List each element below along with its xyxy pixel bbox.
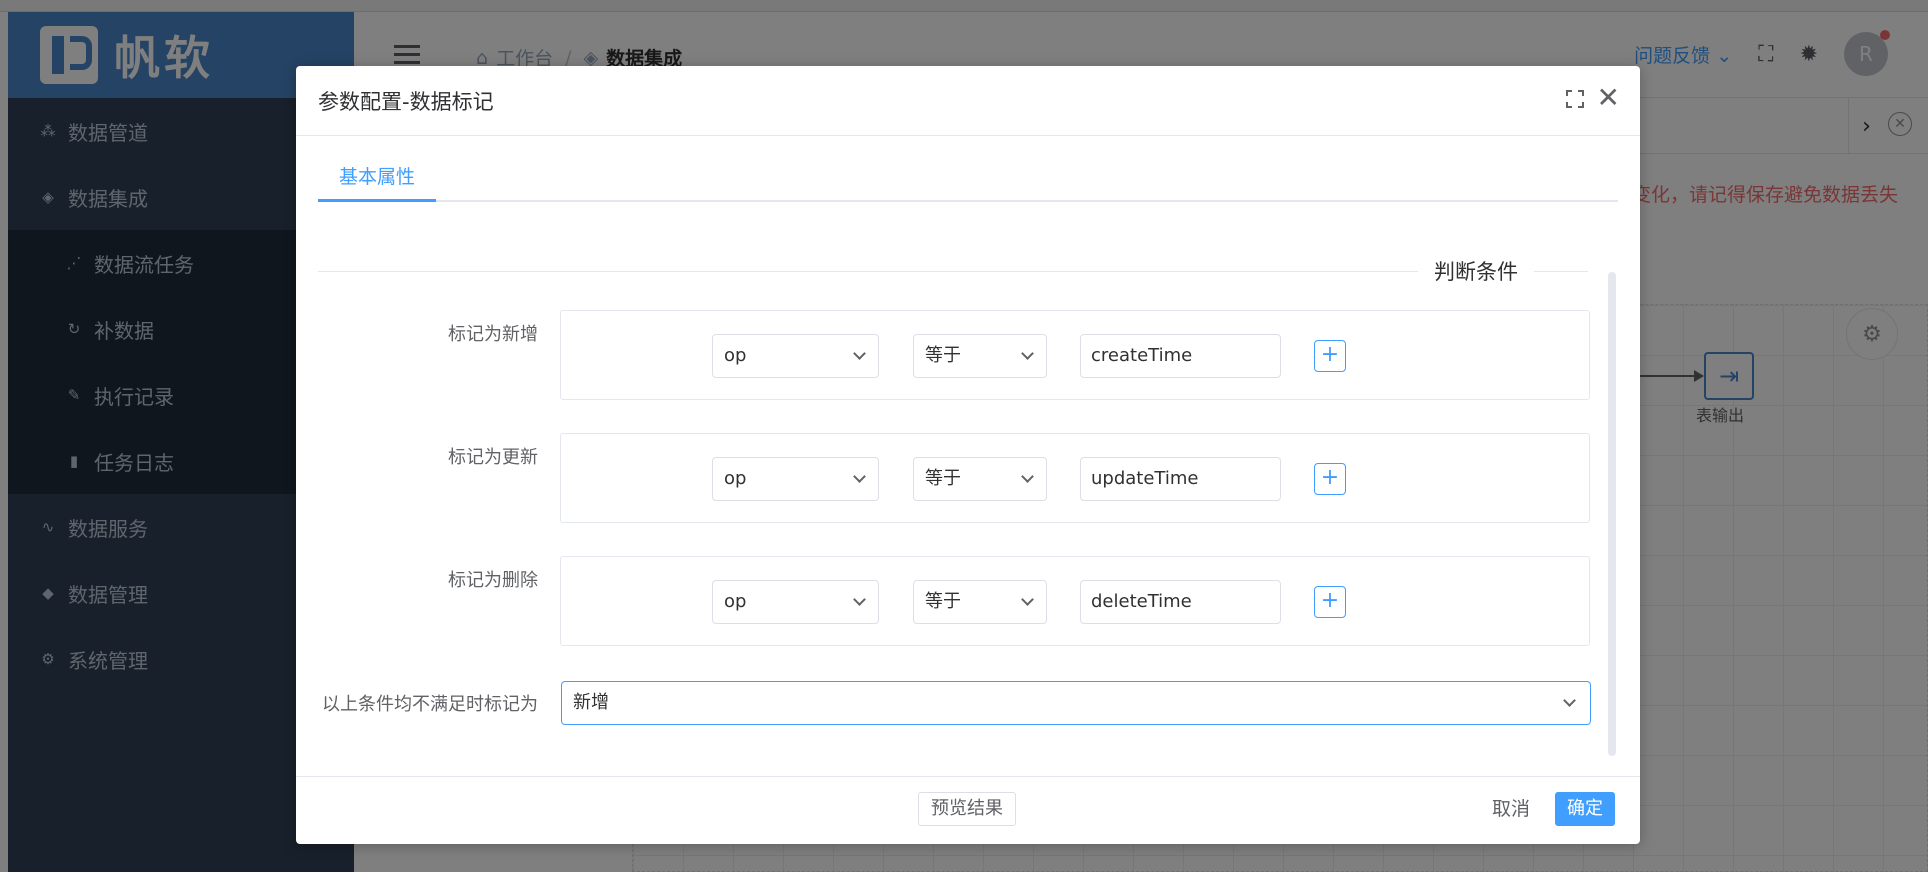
ok-button[interactable]: 确定 bbox=[1555, 792, 1615, 826]
fallback-label: 以上条件均不满足时标记为 bbox=[322, 694, 538, 715]
field-select-value: op bbox=[724, 345, 747, 366]
section-title: 判断条件 bbox=[1418, 256, 1534, 286]
value-input[interactable]: createTime bbox=[1080, 334, 1281, 378]
operator-select-value: 等于 bbox=[925, 468, 961, 489]
operator-select[interactable]: 等于 bbox=[913, 457, 1047, 501]
operator-select[interactable]: 等于 bbox=[913, 334, 1047, 378]
tab-basic-properties[interactable]: 基本属性 bbox=[318, 156, 436, 202]
chevron-down-icon bbox=[1563, 694, 1576, 707]
chevron-down-icon bbox=[853, 347, 866, 360]
dialog-header: 参数配置-数据标记 ✕ bbox=[296, 66, 1640, 136]
add-condition-button[interactable]: + bbox=[1314, 463, 1346, 495]
condition-label-update: 标记为更新 bbox=[448, 447, 538, 468]
section-divider bbox=[318, 271, 1588, 272]
operator-select-value: 等于 bbox=[925, 345, 961, 366]
operator-select[interactable]: 等于 bbox=[913, 580, 1047, 624]
close-icon[interactable]: ✕ bbox=[1597, 84, 1620, 112]
fallback-select-value: 新增 bbox=[573, 692, 609, 713]
condition-box-update: op 等于 updateTime + bbox=[560, 433, 1590, 523]
maximize-icon[interactable] bbox=[1566, 90, 1584, 108]
condition-label-delete: 标记为删除 bbox=[448, 570, 538, 591]
field-select[interactable]: op bbox=[712, 334, 879, 378]
operator-select-value: 等于 bbox=[925, 591, 961, 612]
field-select-value: op bbox=[724, 468, 747, 489]
condition-label-insert: 标记为新增 bbox=[448, 324, 538, 345]
dialog-title: 参数配置-数据标记 bbox=[318, 90, 494, 114]
add-condition-button[interactable]: + bbox=[1314, 586, 1346, 618]
chevron-down-icon bbox=[1021, 470, 1034, 483]
param-config-dialog: 参数配置-数据标记 ✕ 基本属性 判断条件 标记为新增 op 等于 create… bbox=[296, 66, 1640, 844]
field-select[interactable]: op bbox=[712, 457, 879, 501]
chevron-down-icon bbox=[853, 593, 866, 606]
chevron-down-icon bbox=[1021, 347, 1034, 360]
preview-button[interactable]: 预览结果 bbox=[918, 792, 1016, 826]
chevron-down-icon bbox=[853, 470, 866, 483]
condition-box-delete: op 等于 deleteTime + bbox=[560, 556, 1590, 646]
condition-box-insert: op 等于 createTime + bbox=[560, 310, 1590, 400]
chevron-down-icon bbox=[1021, 593, 1034, 606]
value-input[interactable]: updateTime bbox=[1080, 457, 1281, 501]
cancel-button[interactable]: 取消 bbox=[1492, 792, 1530, 826]
field-select[interactable]: op bbox=[712, 580, 879, 624]
dialog-tabs: 基本属性 bbox=[318, 156, 1618, 202]
dialog-footer: 预览结果 取消 确定 bbox=[296, 776, 1640, 844]
add-condition-button[interactable]: + bbox=[1314, 340, 1346, 372]
value-input[interactable]: deleteTime bbox=[1080, 580, 1281, 624]
fallback-select[interactable]: 新增 bbox=[561, 681, 1591, 725]
field-select-value: op bbox=[724, 591, 747, 612]
scrollbar[interactable] bbox=[1608, 272, 1616, 756]
